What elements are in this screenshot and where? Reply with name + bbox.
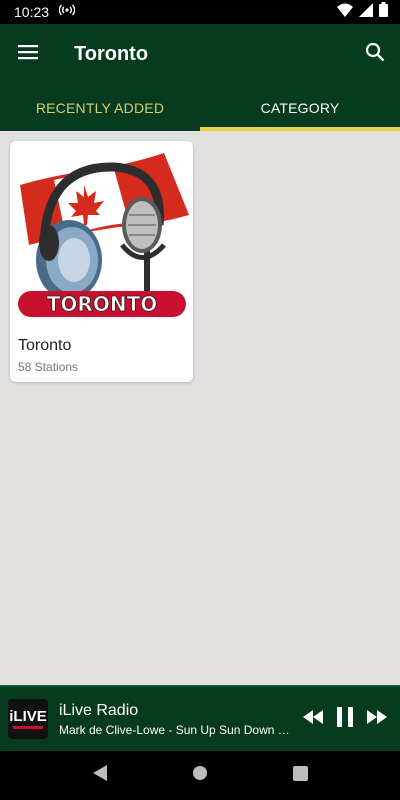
search-icon (365, 42, 385, 67)
player-station-name: iLive Radio (59, 701, 139, 719)
battery-icon (379, 2, 388, 22)
toronto-category-art: TORONTO (18, 153, 189, 317)
fast-forward-icon (367, 709, 387, 729)
tab-recently-added[interactable]: Recently Added (0, 84, 200, 131)
tab-bar: Recently Added Category (0, 84, 400, 131)
rewind-button[interactable] (300, 706, 326, 732)
signal-icon (359, 2, 373, 22)
player-info[interactable]: iLive Radio Mark de Clive-Lowe - Sun Up … (59, 702, 300, 737)
logo-accent-bar (13, 726, 43, 729)
menu-button[interactable] (0, 24, 56, 84)
nav-recents-button[interactable] (280, 756, 320, 796)
pause-icon (337, 706, 353, 732)
back-icon (93, 765, 107, 786)
station-logo: iLIVE (8, 699, 48, 739)
status-right (337, 2, 388, 22)
system-nav-bar (0, 751, 400, 800)
home-icon (192, 765, 208, 786)
station-logo-text: iLIVE (9, 708, 47, 725)
recents-icon (292, 765, 308, 786)
station-count: 58 Stations (18, 360, 79, 374)
hamburger-menu-icon (18, 44, 38, 65)
page-title: Toronto (74, 42, 149, 65)
tab-category[interactable]: Category (200, 84, 400, 131)
category-card-toronto[interactable]: TORONTO Toronto 58 Stations (10, 141, 193, 382)
player-controls (300, 706, 390, 732)
nav-home-button[interactable] (180, 756, 220, 796)
nav-back-button[interactable] (80, 756, 120, 796)
radio-broadcast-icon (58, 3, 76, 21)
status-left: 10:23 (14, 3, 76, 21)
category-name: Toronto (18, 337, 72, 354)
search-button[interactable] (350, 24, 400, 84)
fast-forward-button[interactable] (364, 706, 390, 732)
mini-player[interactable]: iLIVE iLive Radio Mark de Clive-Lowe - S… (0, 685, 400, 751)
pause-button[interactable] (332, 706, 358, 732)
category-art-label: TORONTO (47, 292, 157, 316)
app-bar: Toronto (0, 24, 400, 84)
status-time: 10:23 (14, 4, 50, 20)
category-grid: TORONTO Toronto 58 Stations (0, 131, 400, 685)
status-bar: 10:23 (0, 0, 400, 24)
player-track-title: Mark de Clive-Lowe - Sun Up Sun Down fe.… (59, 722, 291, 737)
wifi-icon (337, 3, 353, 22)
rewind-icon (303, 709, 323, 729)
